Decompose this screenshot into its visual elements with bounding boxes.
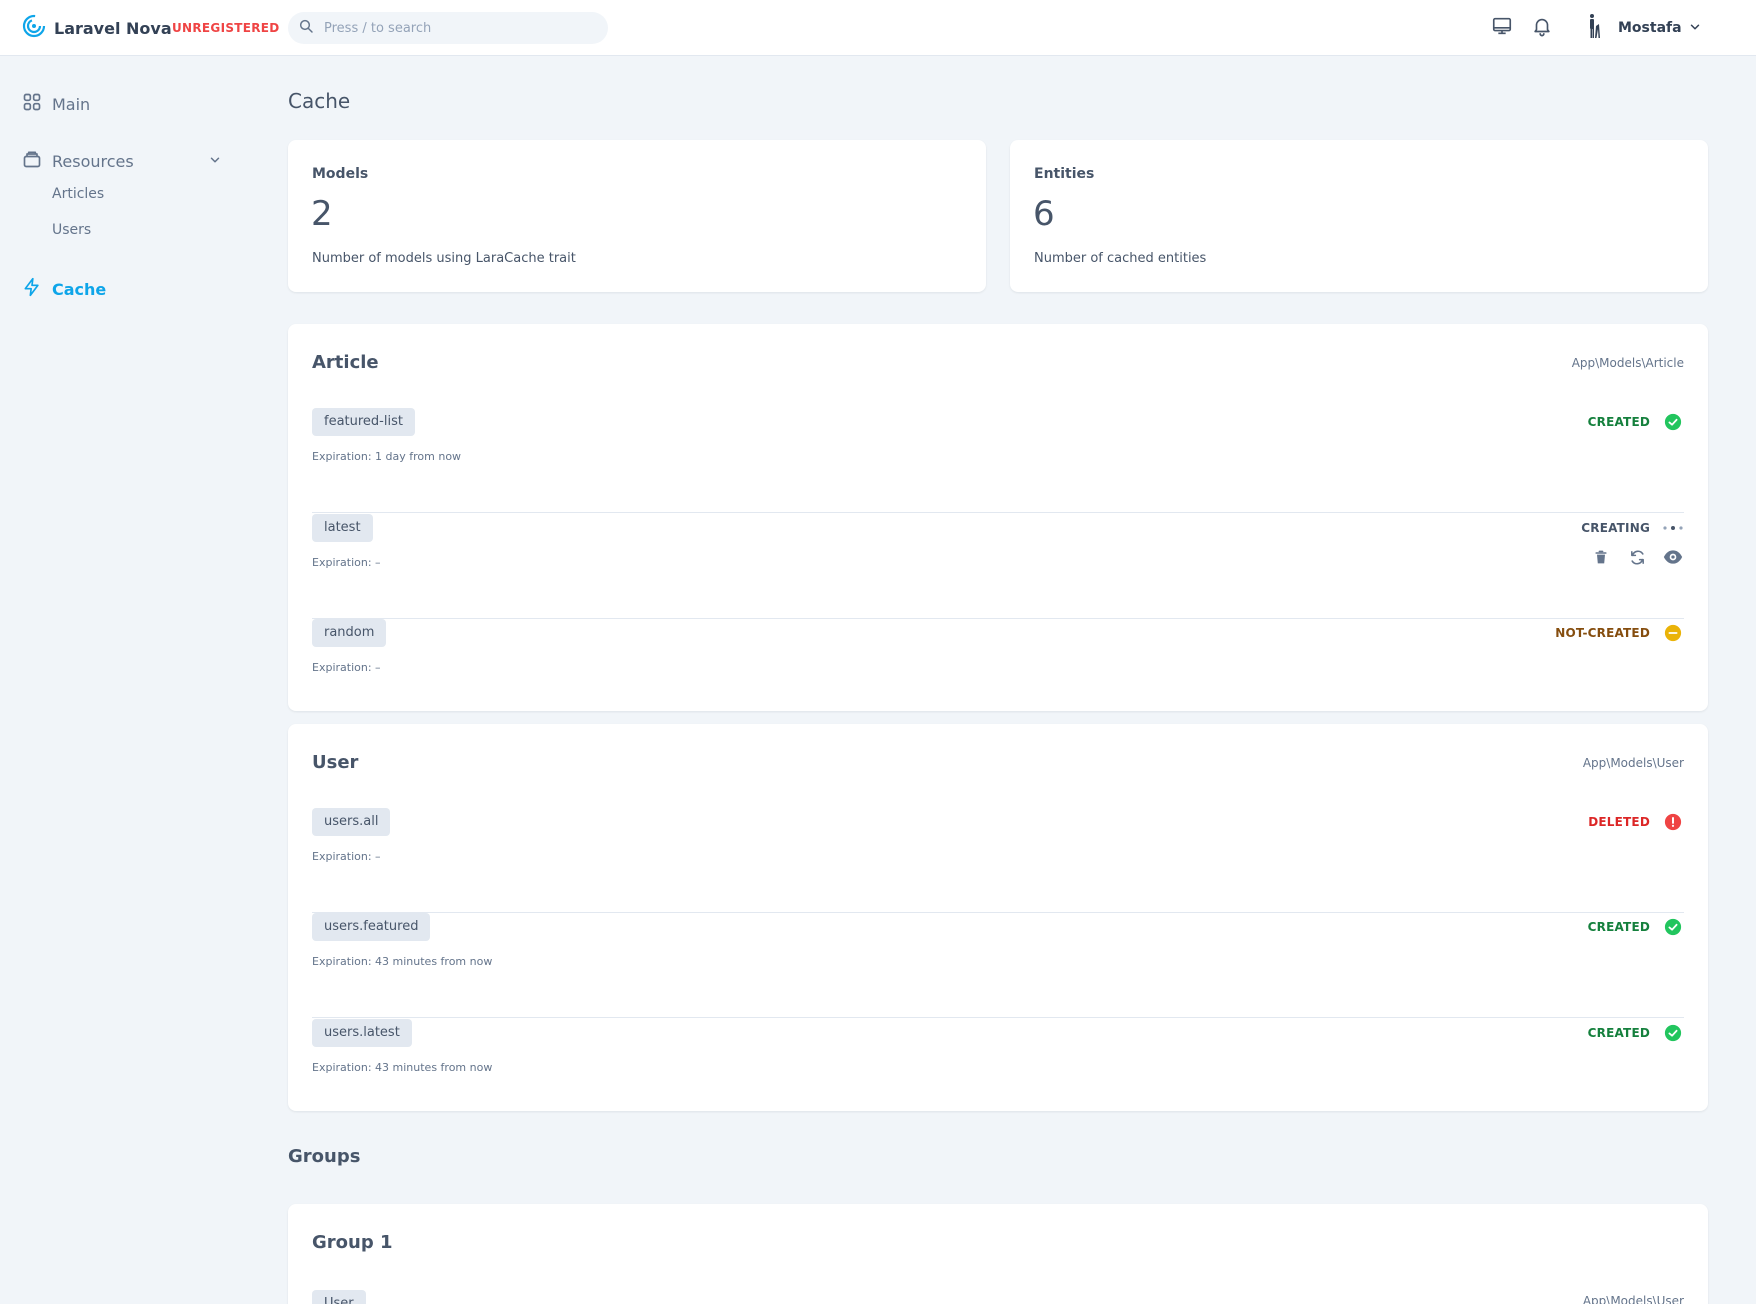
sidebar-item-label: Resources xyxy=(52,151,134,171)
chevron-down-icon xyxy=(208,152,222,171)
refresh-button[interactable] xyxy=(1626,548,1648,570)
minus-circle-icon xyxy=(1662,622,1684,644)
app-name: Laravel Nova xyxy=(54,18,172,38)
metric-value: 2 xyxy=(311,194,333,234)
monitor-icon xyxy=(1491,15,1513,41)
license-badge: UNREGISTERED xyxy=(172,21,280,35)
status-text: CREATED xyxy=(1587,920,1650,934)
grid-icon xyxy=(22,92,42,116)
cache-key-tag: User xyxy=(312,1290,366,1304)
bolt-icon xyxy=(22,277,42,301)
sidebar-item-cache[interactable]: Cache xyxy=(22,277,106,301)
model-class: App\Models\User xyxy=(1582,756,1684,770)
group-title: Group 1 xyxy=(312,1232,393,1253)
metric-description: Number of models using LaraCache trait xyxy=(312,251,576,266)
global-search[interactable] xyxy=(288,12,608,44)
status-indicator: CREATED xyxy=(1588,1022,1684,1044)
status-indicator: CREATING xyxy=(1581,517,1684,539)
model-title: User xyxy=(312,752,359,773)
group-card: Group 1 User App\Models\User xyxy=(288,1204,1708,1304)
avatar xyxy=(1584,12,1606,44)
expiration-text: Expiration: – xyxy=(312,556,381,569)
metric-label: Entities xyxy=(1034,166,1095,182)
status-indicator: CREATED xyxy=(1588,916,1684,938)
metric-card-entities: Entities 6 Number of cached entities xyxy=(1010,140,1708,292)
cache-key-tag: users.latest xyxy=(312,1019,412,1047)
cache-entry: users.all Expiration: – DELETED xyxy=(312,808,1684,913)
model-class: App\Models\Article xyxy=(1571,356,1684,370)
search-input[interactable] xyxy=(324,20,584,36)
status-indicator: CREATED xyxy=(1588,411,1684,433)
trash-icon xyxy=(1593,549,1609,569)
sidebar-item-label: Cache xyxy=(52,279,107,299)
groups-section-title: Groups xyxy=(288,1146,361,1167)
cache-entry: random Expiration: – NOT-CREATED xyxy=(312,619,1684,724)
metric-description: Number of cached entities xyxy=(1034,251,1207,266)
sidebar-item-label: Main xyxy=(52,94,91,114)
view-button[interactable] xyxy=(1662,548,1684,570)
expiration-text: Expiration: 1 day from now xyxy=(312,450,462,463)
metric-label: Models xyxy=(312,166,369,182)
metric-card-models: Models 2 Number of models using LaraCach… xyxy=(288,140,986,292)
expiration-text: Expiration: – xyxy=(312,850,381,863)
eye-icon xyxy=(1663,549,1683,569)
chevron-down-icon xyxy=(1688,19,1702,38)
cache-key-tag: featured-list xyxy=(312,408,415,436)
status-text: CREATED xyxy=(1587,1026,1650,1040)
user-menu-button[interactable]: Mostafa xyxy=(1584,12,1702,44)
brand-link[interactable]: Laravel Nova xyxy=(22,14,172,42)
exclamation-circle-icon xyxy=(1662,811,1684,833)
delete-button[interactable] xyxy=(1590,548,1612,570)
dots-icon xyxy=(1662,517,1684,539)
status-text: CREATING xyxy=(1581,521,1650,535)
sidebar-item-users[interactable]: Users xyxy=(52,222,91,238)
sidebar-item-resources[interactable]: Resources xyxy=(22,149,222,173)
cache-entry: latest Expiration: – CREATING xyxy=(312,514,1684,619)
check-circle-icon xyxy=(1662,1022,1684,1044)
cache-key-tag: users.featured xyxy=(312,913,431,941)
entry-actions xyxy=(1576,548,1684,570)
nova-logo-icon xyxy=(22,14,46,42)
status-indicator: NOT-CREATED xyxy=(1555,622,1684,644)
bell-icon xyxy=(1531,15,1553,41)
check-circle-icon xyxy=(1662,411,1684,433)
notifications-button[interactable] xyxy=(1530,16,1554,40)
model-card-article: Article App\Models\Article featured-list… xyxy=(288,324,1708,711)
search-icon xyxy=(298,18,314,38)
status-text: DELETED xyxy=(1588,815,1650,829)
cache-entry: featured-list Expiration: 1 day from now… xyxy=(312,408,1684,513)
theme-switcher-button[interactable] xyxy=(1490,16,1514,40)
model-card-user: User App\Models\User users.all Expiratio… xyxy=(288,724,1708,1111)
metric-value: 6 xyxy=(1033,194,1055,234)
cache-entry: users.latest Expiration: 43 minutes from… xyxy=(312,1019,1684,1124)
refresh-icon xyxy=(1629,549,1646,570)
cache-key-tag: users.all xyxy=(312,808,391,836)
user-name: Mostafa xyxy=(1618,20,1682,36)
cache-key-tag: latest xyxy=(312,514,373,542)
model-title: Article xyxy=(312,352,379,373)
model-class: App\Models\User xyxy=(1582,1294,1684,1304)
status-text: NOT-CREATED xyxy=(1555,626,1650,640)
check-circle-icon xyxy=(1662,916,1684,938)
archive-icon xyxy=(22,149,42,173)
expiration-text: Expiration: 43 minutes from now xyxy=(312,955,493,968)
expiration-text: Expiration: – xyxy=(312,661,381,674)
status-indicator: DELETED xyxy=(1588,811,1684,833)
cache-entry: users.featured Expiration: 43 minutes fr… xyxy=(312,913,1684,1018)
expiration-text: Expiration: 43 minutes from now xyxy=(312,1061,493,1074)
cache-key-tag: random xyxy=(312,619,387,647)
sidebar-item-articles[interactable]: Articles xyxy=(52,186,104,202)
page-title: Cache xyxy=(288,89,351,113)
status-text: CREATED xyxy=(1587,415,1650,429)
top-header: Laravel Nova UNREGISTERED Mostafa xyxy=(0,0,1756,56)
sidebar-item-main[interactable]: Main xyxy=(22,92,90,116)
